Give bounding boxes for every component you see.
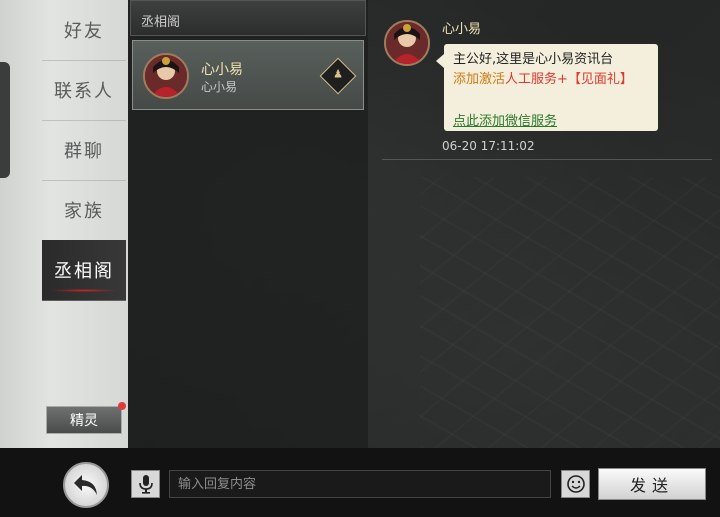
list-header: 丞相阁 — [130, 0, 366, 36]
tab-family[interactable]: 家族 — [42, 180, 126, 241]
back-arrow-icon — [74, 475, 97, 495]
back-button[interactable] — [63, 462, 109, 508]
message-sender: 心小易 — [442, 22, 482, 37]
tab-friends[interactable]: 好友 — [42, 0, 126, 61]
message-timestamp: 06-20 17:11:02 — [442, 139, 535, 153]
divider — [382, 159, 712, 160]
avatar — [143, 53, 189, 99]
reply-input[interactable] — [169, 470, 551, 498]
message-line: 主公好,这里是心小易资讯台 — [453, 52, 614, 67]
avatar — [384, 20, 430, 66]
tab-group-chat[interactable]: 群聊 — [42, 120, 126, 181]
contact-subtitle: 心小易 — [201, 80, 238, 94]
spirit-button[interactable]: 精灵 — [46, 402, 126, 434]
contact-name: 心小易 — [201, 62, 243, 78]
microphone-icon — [138, 475, 153, 494]
message-line: 添加激活人工服务+【见面礼】 — [453, 72, 633, 87]
tab-contacts[interactable]: 联系人 — [42, 60, 126, 121]
panel-edge-handle — [0, 62, 10, 178]
tab-chancellor-hall[interactable]: 丞相阁 — [42, 240, 126, 301]
emoji-button[interactable] — [561, 470, 590, 498]
contact-item[interactable]: 心小易 心小易 ♟ — [132, 40, 364, 110]
wechat-service-link[interactable]: 点此添加微信服务 — [453, 112, 649, 132]
microphone-button[interactable] — [131, 470, 160, 498]
chat-panel: 心小易 主公好,这里是心小易资讯台 添加激活人工服务+【见面礼】 点此添加微信服… — [368, 0, 720, 448]
message-bubble: 主公好,这里是心小易资讯台 添加激活人工服务+【见面礼】 点此添加微信服务 — [436, 44, 658, 132]
category-tab-bar: 好友 联系人 群聊 家族 丞相阁 精灵 — [0, 0, 128, 448]
emoji-icon — [566, 475, 585, 493]
contact-list-panel: 丞相阁 心小易 心小易 ♟ — [128, 0, 368, 448]
send-button[interactable]: 发送 — [598, 468, 706, 500]
notification-dot — [118, 402, 126, 410]
person-diamond-icon: ♟ — [319, 57, 357, 95]
